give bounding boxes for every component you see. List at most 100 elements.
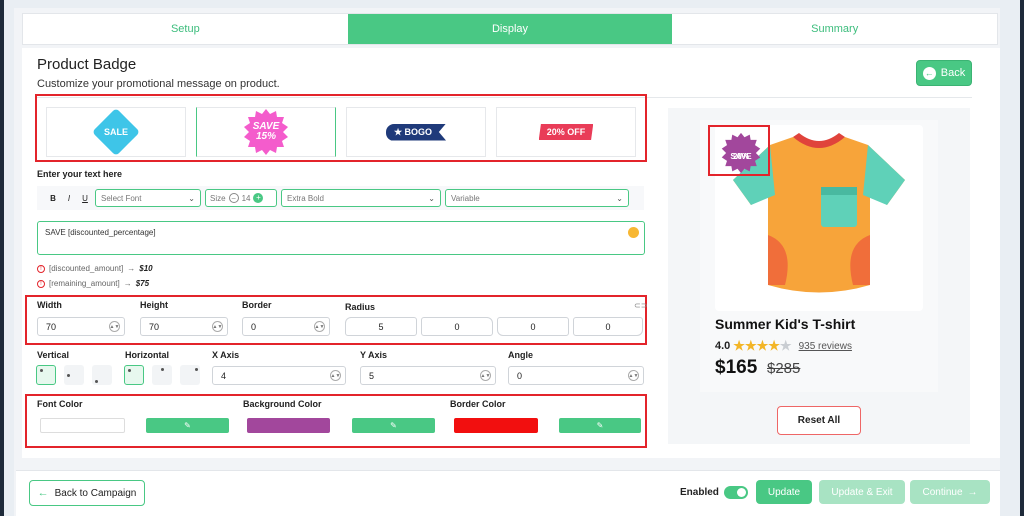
border-input[interactable]: 0 ▲▼: [242, 317, 330, 336]
spinner-icon[interactable]: ▲▼: [109, 321, 120, 332]
arrow-right-icon: →: [123, 279, 132, 288]
back-button[interactable]: ← Back: [916, 60, 972, 86]
radius-top-right-value: 0: [454, 321, 460, 332]
bold-button[interactable]: B: [47, 194, 59, 203]
continue-label: Continue: [922, 486, 963, 498]
preview-badge-line2: 20%: [732, 152, 749, 161]
continue-button[interactable]: Continue →: [910, 480, 990, 504]
height-value: 70: [149, 321, 160, 332]
align-top-button[interactable]: [36, 365, 56, 385]
x-axis-input[interactable]: 4 ▲▼: [212, 366, 346, 385]
underline-button[interactable]: U: [79, 194, 91, 203]
border-label: Border: [242, 300, 272, 310]
info-icon: !: [37, 279, 45, 288]
product-rating: 4.0 ★★★★★ 935 reviews: [715, 338, 852, 354]
size-stepper[interactable]: Size − 14 +: [205, 189, 277, 207]
spinner-icon[interactable]: ▲▼: [330, 370, 341, 381]
align-right-button[interactable]: [180, 365, 200, 385]
off-badge-icon: 20% OFF: [538, 124, 594, 140]
chevron-down-icon: ⌄: [188, 193, 195, 203]
align-bottom-button[interactable]: [92, 365, 112, 385]
pencil-icon: ✎: [596, 421, 604, 430]
badge-option-save[interactable]: SAVE 15%: [196, 107, 336, 157]
background-color-swatch[interactable]: [247, 418, 330, 433]
token-note: ! [discounted_amount] → $10: [37, 264, 153, 273]
star-icon: ★: [768, 338, 780, 353]
enabled-label: Enabled: [680, 487, 719, 498]
font-color-swatch[interactable]: [40, 418, 125, 433]
y-axis-label: Y Axis: [360, 350, 388, 360]
pencil-icon: ✎: [184, 421, 191, 430]
vertical-label: Vertical: [37, 350, 70, 360]
chevron-down-icon: ⌄: [428, 193, 435, 203]
italic-button[interactable]: I: [63, 194, 75, 203]
save-badge-icon: SAVE 15%: [242, 108, 290, 156]
badge-text-input[interactable]: SAVE [discounted_percentage]: [37, 221, 645, 255]
border-color-swatch[interactable]: [454, 418, 538, 433]
font-color-picker[interactable]: ✎: [146, 418, 229, 433]
y-axis-input[interactable]: 5 ▲▼: [360, 366, 496, 385]
star-icon: ★: [744, 338, 757, 353]
size-value: 14: [241, 193, 251, 203]
tab-setup[interactable]: Setup: [23, 14, 348, 44]
angle-input[interactable]: 0 ▲▼: [508, 366, 644, 385]
weight-select-value: Extra Bold: [287, 193, 324, 203]
radius-label: Radius: [345, 302, 376, 312]
spinner-icon[interactable]: ▲▼: [212, 321, 223, 332]
x-axis-label: X Axis: [212, 350, 240, 360]
badge-option-off[interactable]: 20% OFF: [496, 107, 636, 157]
product-price: $165: [715, 357, 758, 378]
badge-option-bogo[interactable]: ★ BOGO: [346, 107, 486, 157]
update-exit-button[interactable]: Update & Exit: [819, 480, 905, 504]
angle-label: Angle: [508, 350, 534, 360]
height-label: Height: [140, 300, 168, 310]
border-color-label: Border Color: [450, 399, 506, 409]
rating-stars: ★★★★★: [733, 338, 791, 354]
radius-bottom-left-input[interactable]: 0: [497, 317, 569, 336]
background-color-picker[interactable]: ✎: [352, 418, 435, 433]
font-color-label: Font Color: [37, 399, 83, 409]
token-value: $75: [135, 279, 150, 288]
reviews-link[interactable]: 935 reviews: [799, 341, 852, 352]
arrow-right-icon: →: [127, 264, 136, 273]
enabled-toggle[interactable]: [724, 486, 748, 499]
variant-select[interactable]: Variable ⌄: [445, 189, 629, 207]
radius-top-right-input[interactable]: 0: [421, 317, 493, 336]
chevron-down-icon: ⌄: [616, 193, 623, 203]
spinner-icon[interactable]: ▲▼: [628, 370, 639, 381]
tab-display[interactable]: Display: [347, 14, 673, 44]
minus-icon[interactable]: −: [228, 193, 239, 203]
arrow-left-icon: ←: [922, 66, 936, 80]
width-input[interactable]: 70 ▲▼: [37, 317, 125, 336]
weight-select[interactable]: Extra Bold ⌄: [281, 189, 441, 207]
back-to-campaign-button[interactable]: ← Back to Campaign: [29, 480, 145, 506]
reset-all-button[interactable]: Reset All: [777, 406, 861, 435]
font-select[interactable]: Select Font ⌄: [95, 189, 201, 207]
badge-text-value: SAVE [discounted_percentage]: [45, 228, 156, 237]
radius-bottom-right-input[interactable]: 0: [573, 317, 643, 336]
tab-summary[interactable]: Summary: [672, 14, 997, 44]
token-value: $10: [139, 264, 153, 273]
align-center-button[interactable]: [152, 365, 172, 385]
page-subtitle: Customize your promotional message on pr…: [37, 78, 280, 90]
x-axis-value: 4: [221, 370, 227, 381]
token-name: [remaining_amount]: [49, 279, 120, 288]
emoji-icon[interactable]: [628, 227, 639, 238]
badge-option-sale[interactable]: SALE: [46, 107, 186, 157]
sale-badge-icon: SALE: [91, 107, 141, 157]
border-value: 0: [251, 321, 257, 332]
spinner-icon[interactable]: ▲▼: [314, 321, 325, 332]
back-button-label: Back: [940, 67, 966, 79]
height-input[interactable]: 70 ▲▼: [140, 317, 228, 336]
preview-save-badge: SAVE 20%: [720, 132, 762, 174]
link-icon[interactable]: ⊂⊃: [634, 301, 647, 310]
plus-icon[interactable]: +: [253, 193, 264, 203]
border-color-picker[interactable]: ✎: [559, 418, 641, 433]
radius-top-left-input[interactable]: 5: [345, 317, 417, 336]
align-middle-button[interactable]: [64, 365, 84, 385]
spinner-icon[interactable]: ▲▼: [480, 370, 491, 381]
step-tabs: Setup Display Summary: [22, 13, 998, 45]
width-value: 70: [46, 321, 57, 332]
align-left-button[interactable]: [124, 365, 144, 385]
update-button[interactable]: Update: [756, 480, 812, 504]
